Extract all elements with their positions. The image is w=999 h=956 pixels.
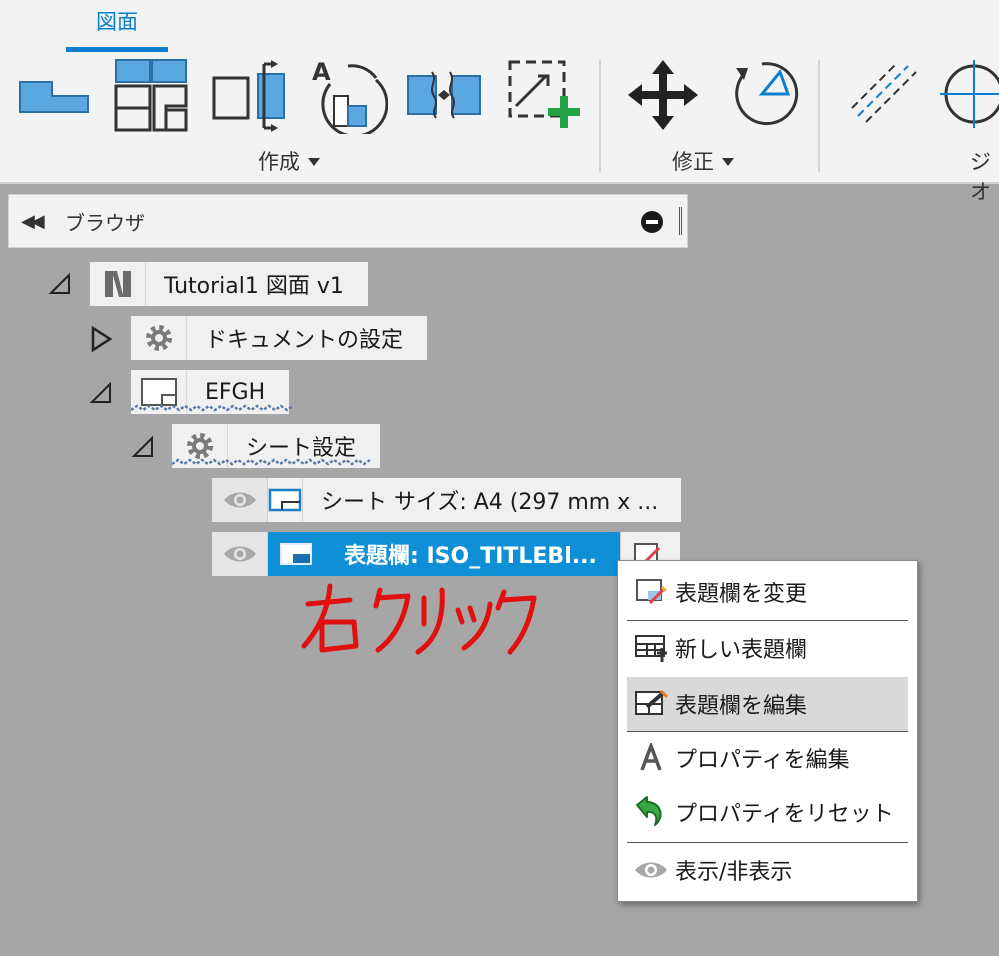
visibility-toggle[interactable] bbox=[212, 532, 268, 576]
menu-item-label: 表示/非表示 bbox=[675, 860, 793, 885]
visibility-toggle[interactable] bbox=[212, 478, 268, 522]
eye-icon bbox=[223, 546, 256, 562]
browser-panel-header: ◀◀ ブラウザ bbox=[8, 194, 688, 248]
handwritten-annotation-right-click bbox=[301, 583, 537, 655]
move-icon[interactable] bbox=[624, 56, 702, 134]
section-view-icon[interactable] bbox=[208, 56, 290, 134]
tree-node-sheet-size[interactable]: シート サイズ: A4 (297 mm x ... bbox=[268, 478, 681, 522]
tree-node-sheet-label: EFGH bbox=[205, 379, 266, 405]
ribbon-toolbar: 図面 A 作成 修正 ジオ bbox=[0, 0, 999, 204]
warning-underline bbox=[131, 404, 294, 412]
browser-title: ブラウザ bbox=[65, 211, 145, 235]
expanded-triangle-icon[interactable] bbox=[130, 434, 156, 460]
create-group-menu[interactable]: 作成 bbox=[258, 146, 320, 176]
collapsed-triangle-icon[interactable] bbox=[88, 326, 114, 352]
base-view-icon[interactable] bbox=[14, 56, 94, 134]
geometry-group-label: ジオ bbox=[970, 150, 991, 204]
rotate-icon[interactable] bbox=[722, 56, 800, 134]
menu-divider bbox=[627, 842, 908, 843]
menu-item-toggle-visibility[interactable]: 表示/非表示 bbox=[627, 847, 908, 893]
create-group-label: 作成 bbox=[258, 150, 300, 174]
change-title-block-icon bbox=[627, 569, 675, 615]
reset-arrow-icon bbox=[627, 789, 675, 835]
sketch-view-icon[interactable] bbox=[502, 56, 584, 134]
context-menu: 表題欄を変更 新しい表題欄 表題欄を編集 プロパティを編集 プロパティをリセット… bbox=[617, 560, 918, 902]
edit-title-block-icon bbox=[627, 681, 675, 727]
menu-item-label: プロパティを編集 bbox=[675, 748, 850, 773]
eye-icon bbox=[627, 847, 675, 893]
tree-node-title-block[interactable]: 表題欄: ISO_TITLEBl... bbox=[268, 532, 620, 576]
minimize-panel-icon[interactable] bbox=[641, 211, 663, 233]
expanded-triangle-icon[interactable] bbox=[47, 271, 73, 297]
projected-view-icon[interactable] bbox=[110, 56, 192, 134]
center-mark-icon[interactable] bbox=[938, 56, 999, 134]
detail-view-icon[interactable]: A bbox=[306, 56, 388, 134]
chevron-down-icon bbox=[722, 158, 734, 166]
tree-node-document-settings-label: ドキュメントの設定 bbox=[205, 328, 404, 353]
drawing-document-icon bbox=[90, 262, 146, 306]
centerline-icon[interactable] bbox=[846, 56, 922, 134]
tree-node-document-settings[interactable]: ドキュメントの設定 bbox=[131, 316, 428, 360]
tree-node-title-block-label: 表題欄: ISO_TITLEBl... bbox=[344, 544, 597, 569]
tree-node-root[interactable]: Tutorial1 図面 v1 bbox=[90, 262, 368, 306]
collapse-panel-icon[interactable]: ◀◀ bbox=[21, 211, 45, 232]
tree-node-sheet-size-label: シート サイズ: A4 (297 mm x ... bbox=[321, 490, 659, 515]
menu-item-label: 新しい表題欄 bbox=[675, 638, 808, 663]
modify-group-label: 修正 bbox=[672, 150, 714, 174]
text-property-icon bbox=[627, 735, 675, 781]
menu-item-edit-title-block[interactable]: 表題欄を編集 bbox=[627, 677, 908, 731]
break-view-icon[interactable] bbox=[404, 56, 484, 134]
menu-item-new-title-block[interactable]: 新しい表題欄 bbox=[627, 625, 908, 671]
menu-item-label: 表題欄を変更 bbox=[675, 582, 808, 607]
menu-divider bbox=[627, 620, 908, 621]
svg-text:A: A bbox=[312, 58, 331, 86]
geometry-group-menu[interactable]: ジオ bbox=[970, 146, 999, 206]
resize-grip-icon[interactable] bbox=[679, 207, 682, 235]
group-divider bbox=[818, 60, 820, 172]
modify-group-menu[interactable]: 修正 bbox=[672, 146, 734, 176]
gear-icon bbox=[131, 316, 187, 360]
title-block-icon bbox=[268, 532, 324, 576]
menu-item-change-title-block[interactable]: 表題欄を変更 bbox=[627, 569, 908, 615]
tab-drawing-label: 図面 bbox=[96, 10, 138, 34]
menu-item-edit-property[interactable]: プロパティを編集 bbox=[627, 735, 908, 781]
menu-item-label: プロパティをリセット bbox=[675, 802, 894, 827]
expanded-triangle-icon[interactable] bbox=[88, 380, 114, 406]
new-title-block-icon bbox=[627, 625, 675, 671]
menu-item-reset-property[interactable]: プロパティをリセット bbox=[627, 789, 908, 835]
chevron-down-icon bbox=[308, 158, 320, 166]
tree-node-root-label: Tutorial1 図面 v1 bbox=[164, 274, 344, 299]
tab-drawing[interactable]: 図面 bbox=[66, 6, 168, 52]
menu-item-label: 表題欄を編集 bbox=[675, 694, 808, 719]
eye-icon bbox=[223, 492, 256, 508]
sheet-size-icon bbox=[268, 478, 303, 522]
tab-underline bbox=[66, 47, 168, 52]
warning-underline bbox=[172, 458, 371, 466]
menu-divider bbox=[627, 731, 908, 732]
group-divider bbox=[599, 60, 601, 172]
